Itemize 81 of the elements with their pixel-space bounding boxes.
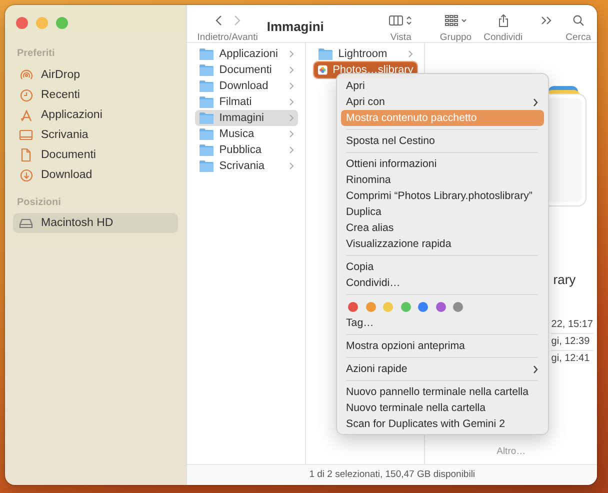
- folder-icon: [199, 96, 214, 108]
- sidebar-item[interactable]: Documenti: [13, 145, 178, 165]
- window-title: Immagini: [266, 19, 325, 34]
- chevron-icon: [408, 50, 414, 58]
- menu-item[interactable]: Visualizzazione rapida: [341, 236, 544, 252]
- folder-icon: [199, 160, 214, 172]
- menu-item[interactable]: Copia: [341, 259, 544, 275]
- folder-icon: [199, 80, 214, 92]
- tag-dot[interactable]: [400, 302, 410, 312]
- date-value: gi, 12:39: [551, 334, 593, 351]
- file-item[interactable]: Download: [195, 78, 298, 94]
- sidebar-item[interactable]: AirDrop: [13, 65, 178, 85]
- view-button[interactable]: Vista: [388, 14, 413, 43]
- airdrop-icon: [20, 68, 32, 82]
- folder-icon: [199, 128, 214, 140]
- sidebar-item[interactable]: Macintosh HD: [13, 213, 178, 233]
- back-icon[interactable]: [214, 15, 222, 26]
- columns-view-icon: [388, 14, 413, 26]
- date-value: 22, 15:17: [551, 317, 593, 334]
- monitor-icon: [19, 129, 33, 141]
- document-icon: [20, 148, 32, 162]
- status-bar: 1 di 2 selezionati, 150,47 GB disponibili: [187, 464, 597, 485]
- clock-icon: [20, 88, 32, 102]
- folder-icon: [199, 112, 214, 124]
- folder-icon: [318, 48, 334, 60]
- share-button[interactable]: Condividi: [484, 14, 523, 43]
- download-icon: [20, 168, 32, 182]
- more-button[interactable]: [540, 14, 552, 26]
- file-item[interactable]: Immagini: [195, 110, 298, 126]
- forward-icon[interactable]: [234, 15, 241, 26]
- group-button[interactable]: Gruppo: [440, 14, 472, 43]
- file-item[interactable]: Lightroom: [314, 46, 418, 62]
- grid-icon: [444, 14, 467, 26]
- menu-item[interactable]: Mostra opzioni anteprima: [341, 338, 544, 354]
- nav-label: Indietro/Avanti: [197, 32, 258, 43]
- file-item[interactable]: Documenti: [195, 62, 298, 78]
- folder-icon: [199, 64, 214, 76]
- more-icon: [540, 16, 552, 24]
- file-item[interactable]: Musica: [195, 126, 298, 142]
- tag-dot[interactable]: [366, 302, 376, 312]
- menu-item[interactable]: Nuovo terminale nella cartella: [341, 400, 544, 416]
- apps-icon: [20, 108, 32, 122]
- menu-item[interactable]: Comprimi “Photos Library.photoslibrary”: [341, 188, 544, 204]
- section-heading: Posizioni: [16, 197, 62, 210]
- tag-dot[interactable]: [348, 302, 358, 312]
- menu-item[interactable]: Apri con: [341, 94, 544, 110]
- close-button[interactable]: [16, 17, 28, 29]
- tag-dot[interactable]: [383, 302, 393, 312]
- section-heading: Preferiti: [16, 48, 56, 61]
- sidebar-item[interactable]: Scrivania: [13, 125, 178, 145]
- sidebar-item[interactable]: Applicazioni: [13, 105, 178, 125]
- tag-dot[interactable]: [453, 302, 463, 312]
- menu-item[interactable]: Ottieni informazioni: [341, 156, 544, 172]
- folder-icon: [199, 48, 214, 60]
- sidebar-item[interactable]: Download: [13, 165, 178, 185]
- preview-title: rary: [553, 272, 577, 287]
- file-item[interactable]: Filmati: [195, 94, 298, 110]
- menu-item[interactable]: Nuovo pannello terminale nella cartella: [341, 384, 544, 400]
- photos-icon: [318, 64, 328, 76]
- tag-dot[interactable]: [418, 302, 428, 312]
- menu-item[interactable]: Azioni rapide: [341, 361, 544, 377]
- menu-item[interactable]: Scan for Duplicates with Gemini 2: [341, 416, 544, 432]
- folder-icon: [199, 144, 214, 156]
- date-value: gi, 12:41: [551, 352, 591, 366]
- sidebar-item[interactable]: Recenti: [13, 85, 178, 105]
- file-item[interactable]: Applicazioni: [195, 46, 298, 62]
- tag-dot[interactable]: [436, 302, 446, 312]
- menu-item[interactable]: Crea alias: [341, 220, 544, 236]
- menu-item[interactable]: Apri: [341, 78, 544, 94]
- search-icon: [572, 14, 584, 26]
- menu-item[interactable]: Sposta nel Cestino: [341, 133, 544, 149]
- share-icon: [498, 14, 509, 26]
- search-button[interactable]: Cerca: [566, 14, 591, 43]
- minimize-button[interactable]: [36, 17, 48, 29]
- menu-item[interactable]: Tag…: [341, 315, 544, 331]
- zoom-button[interactable]: [56, 17, 68, 29]
- file-item[interactable]: Scrivania: [195, 158, 298, 174]
- menu-item[interactable]: Condividi…: [341, 275, 544, 291]
- menu-item[interactable]: Rinomina: [341, 172, 544, 188]
- menu-item[interactable]: Duplica: [341, 204, 544, 220]
- file-item[interactable]: Pubblica: [195, 142, 298, 158]
